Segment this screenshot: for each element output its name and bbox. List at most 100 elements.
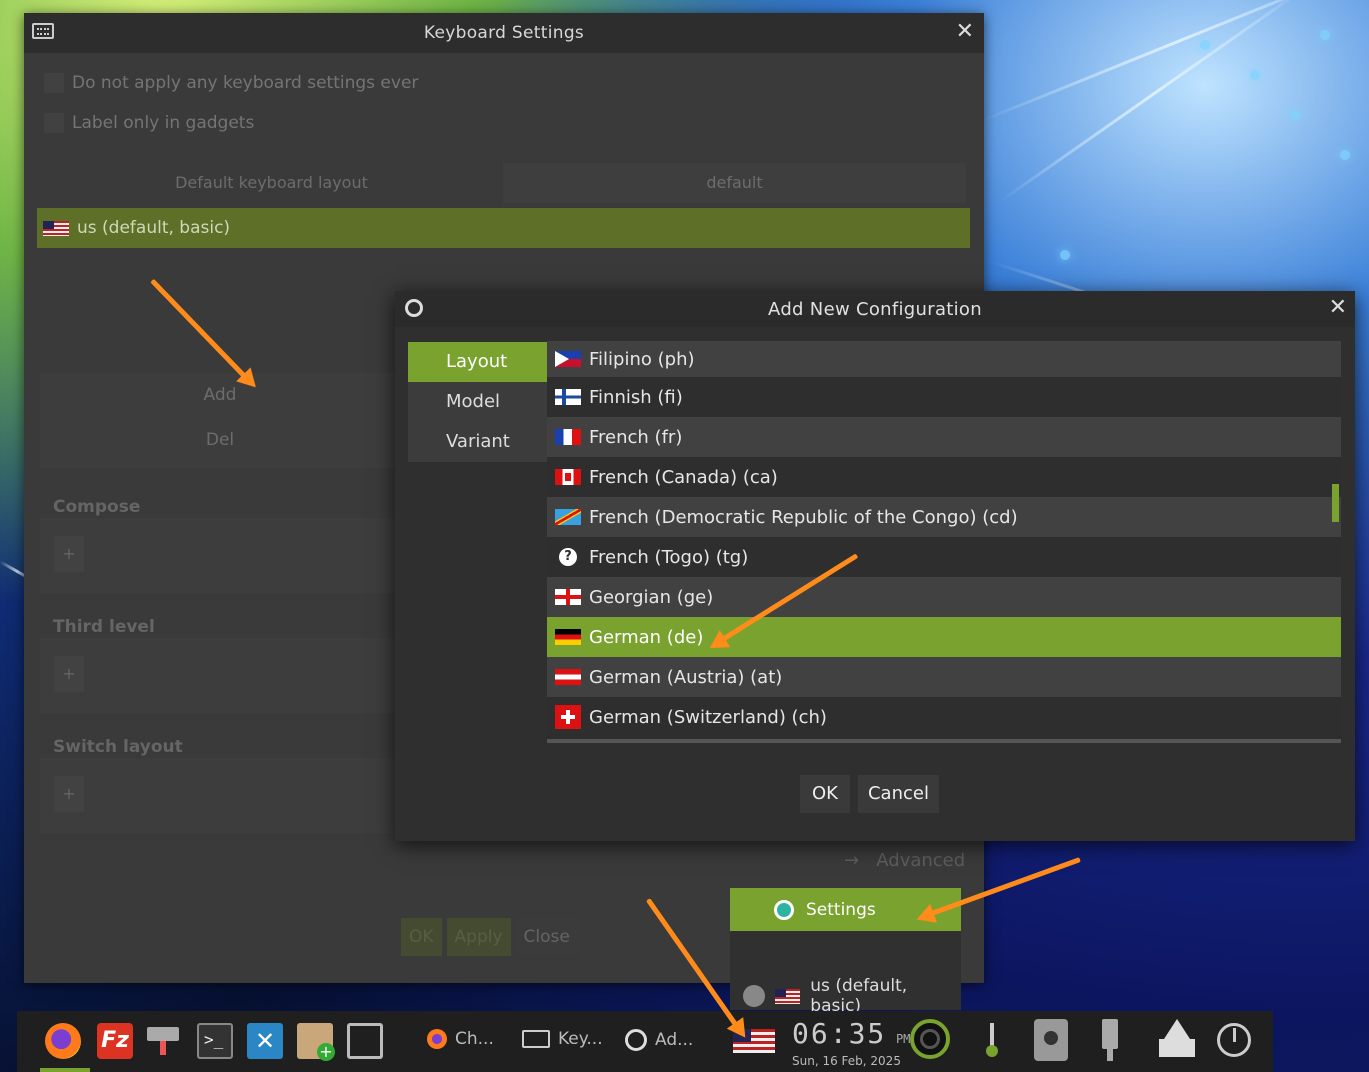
disk-icon[interactable]	[1034, 1019, 1068, 1061]
clock-time: 06:35	[792, 1017, 887, 1050]
apply-button[interactable]: Apply	[446, 918, 511, 956]
layout-list[interactable]: Filipino (ph) Finnish (fi) French (fr) F…	[547, 341, 1341, 743]
task-keyboard-settings[interactable]: Key...	[522, 1029, 603, 1049]
third-level-title: Third level	[53, 617, 155, 637]
switch-layout-add-button[interactable]: +	[54, 776, 84, 812]
layout-radio-label: us (default, basic)	[810, 976, 908, 1016]
list-item-label: Georgian (ge)	[589, 586, 714, 608]
list-item-label: French (fr)	[589, 426, 683, 448]
de-flag-icon	[555, 629, 581, 645]
close-icon[interactable]: ✕	[956, 19, 974, 44]
firefox-icon[interactable]	[45, 1023, 81, 1059]
keyboard-layout-icon[interactable]	[147, 1023, 183, 1059]
dialog-close-icon[interactable]: ✕	[1329, 295, 1347, 320]
screenshot-icon[interactable]	[347, 1023, 383, 1059]
filezilla-icon[interactable]: Fz	[97, 1023, 133, 1059]
dialog-actions: OK Cancel	[800, 775, 939, 813]
list-item-label: German (Switzerland) (ch)	[589, 706, 827, 728]
ok-button[interactable]: OK	[401, 918, 442, 956]
list-item[interactable]: German (Austria) (at)	[547, 657, 1341, 697]
power-icon[interactable]	[1217, 1023, 1251, 1057]
list-item[interactable]: French (Canada) (ca)	[547, 457, 1341, 497]
header-default-layout: Default keyboard layout	[175, 173, 368, 192]
dialog-ok-button[interactable]: OK	[800, 775, 850, 813]
header-default: default	[503, 163, 966, 203]
arrow-right-icon: →	[844, 850, 860, 871]
package-update-icon[interactable]	[1157, 1019, 1197, 1061]
taskbar: Fz >_ ✕ + Ch... Key... Ad... 06:35 PM Su…	[17, 1011, 1273, 1072]
dialog-cancel-button[interactable]: Cancel	[857, 775, 939, 813]
layout-table-header: Default keyboard layout default	[40, 163, 966, 203]
ph-flag-icon	[555, 351, 581, 367]
temperature-icon[interactable]	[982, 1023, 1002, 1059]
list-item[interactable]: German (Switzerland) (ch)	[547, 697, 1341, 737]
settings-label: Settings	[806, 899, 876, 920]
advanced-label: Advanced	[876, 850, 966, 871]
del-button[interactable]: Del	[40, 418, 400, 463]
advanced-button[interactable]: → Advanced	[844, 850, 965, 871]
switch-layout-box: +	[40, 758, 400, 833]
ca-flag-icon	[555, 469, 581, 485]
task-label: Ch...	[455, 1029, 494, 1049]
config-icon	[625, 1029, 647, 1051]
layout-radio-item[interactable]: us (default, basic)	[743, 976, 961, 1016]
current-layout-row[interactable]: us (default, basic)	[37, 208, 970, 248]
close-button[interactable]: Close	[515, 918, 578, 956]
add-configuration-dialog: Add New Configuration ✕ Layout Model Var…	[395, 291, 1355, 841]
list-item[interactable]: Georgian (ge)	[547, 577, 1341, 617]
compose-title: Compose	[53, 497, 141, 517]
list-scrollbar[interactable]	[1332, 484, 1339, 522]
tab-variant[interactable]: Variant	[408, 422, 547, 462]
terminal-icon[interactable]: >_	[197, 1023, 233, 1059]
list-item-label: French (Togo) (tg)	[589, 546, 749, 568]
clock[interactable]: 06:35 PM Sun, 16 Feb, 2025	[792, 1017, 911, 1068]
keyboard-settings-titlebar[interactable]: Keyboard Settings ✕	[24, 13, 984, 53]
no-apply-checkbox[interactable]	[44, 73, 64, 93]
list-item[interactable]: ? French (Togo) (tg)	[547, 537, 1341, 577]
clock-ampm: PM	[895, 1032, 911, 1046]
list-item-label: Finnish (fi)	[589, 386, 683, 408]
list-item-selected[interactable]: German (de)	[547, 617, 1341, 657]
clock-date: Sun, 16 Feb, 2025	[792, 1054, 901, 1068]
dialog-title: Add New Configuration	[768, 299, 982, 320]
task-label: Key...	[558, 1029, 603, 1049]
list-item[interactable]: French (fr)	[547, 417, 1341, 457]
label-only-checkbox-row[interactable]: Label only in gadgets	[44, 113, 254, 133]
add-del-buttons: Add Del	[40, 373, 400, 468]
compose-add-button[interactable]: +	[54, 536, 84, 572]
list-item-label: German (Austria) (at)	[589, 666, 783, 688]
cd-flag-icon	[555, 509, 581, 525]
window-title: Keyboard Settings	[423, 23, 585, 43]
tools-icon[interactable]: ✕	[247, 1023, 283, 1059]
tab-layout[interactable]: Layout	[408, 342, 547, 382]
task-add-configuration[interactable]: Ad...	[625, 1029, 693, 1051]
tab-model[interactable]: Model	[408, 382, 547, 422]
at-flag-icon	[555, 669, 581, 685]
dialog-buttons: OK Apply Close	[401, 918, 578, 956]
current-layout-label: us (default, basic)	[77, 218, 231, 238]
system-monitor-icon[interactable]	[910, 1019, 950, 1059]
third-level-add-button[interactable]: +	[54, 656, 84, 692]
task-firefox[interactable]: Ch...	[427, 1029, 494, 1049]
add-button[interactable]: Add	[40, 373, 400, 418]
fi-flag-icon	[555, 389, 581, 405]
label-only-checkbox[interactable]	[44, 113, 64, 133]
dialog-titlebar[interactable]: Add New Configuration ✕	[395, 291, 1355, 327]
list-item[interactable]: Filipino (ph)	[547, 341, 1341, 377]
third-level-box: +	[40, 638, 400, 713]
list-item[interactable]: Finnish (fi)	[547, 377, 1341, 417]
question-icon: ?	[559, 548, 577, 566]
ge-flag-icon	[555, 589, 581, 605]
settings-gear-icon	[774, 899, 794, 920]
usb-icon[interactable]	[1102, 1019, 1122, 1061]
fr-flag-icon	[555, 429, 581, 445]
list-item-label: French (Canada) (ca)	[589, 466, 778, 488]
package-installer-icon[interactable]: +	[297, 1023, 335, 1061]
us-flag-icon	[774, 988, 801, 1004]
radio-button[interactable]	[743, 985, 765, 1007]
list-item[interactable]: French (Democratic Republic of the Congo…	[547, 497, 1341, 537]
config-tabs: Layout Model Variant	[408, 342, 547, 462]
no-apply-label: Do not apply any keyboard settings ever	[72, 73, 419, 93]
no-apply-checkbox-row[interactable]: Do not apply any keyboard settings ever	[44, 73, 418, 93]
compose-box: +	[40, 518, 400, 593]
